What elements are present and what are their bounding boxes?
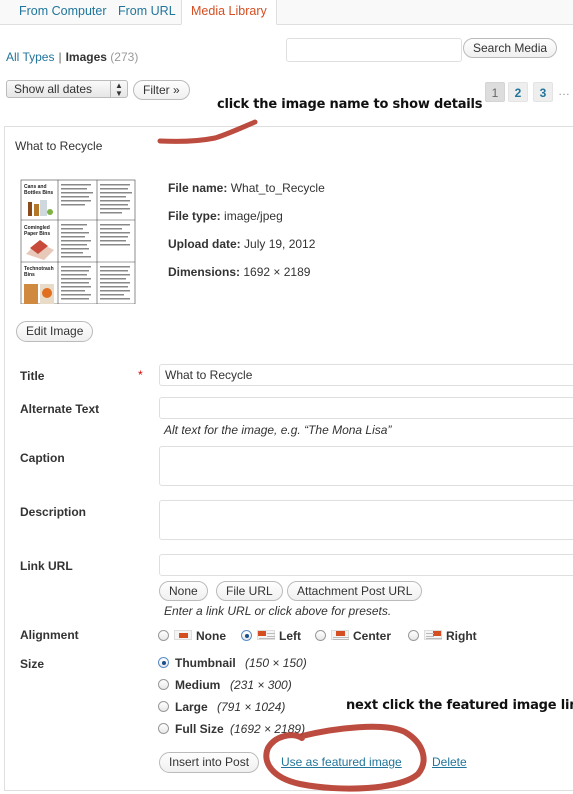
required-marker: *	[138, 368, 143, 382]
media-tabs: From Computer From URL Media Library	[0, 0, 573, 25]
caption-textarea[interactable]	[159, 446, 573, 486]
images-filter-current: Images	[65, 50, 107, 64]
alt-text-help: Alt text for the image, e.g. “The Mona L…	[164, 423, 392, 437]
link-url-input[interactable]	[159, 554, 573, 576]
file-name-value: What_to_Recycle	[230, 181, 325, 195]
images-count: (273)	[110, 50, 139, 64]
link-attachment-post-url-button[interactable]: Attachment Post URL	[287, 581, 423, 601]
size-thumbnail-dims: (150 × 150)	[245, 656, 307, 670]
title-label: Title	[20, 369, 45, 383]
link-none-button[interactable]: None	[159, 581, 208, 601]
size-medium-label[interactable]: Medium	[175, 678, 220, 692]
edit-image-button[interactable]: Edit Image	[16, 321, 94, 342]
size-full-dims: (1692 × 2189)	[230, 722, 306, 736]
size-thumbnail-label[interactable]: Thumbnail	[175, 656, 236, 670]
size-label: Size	[20, 657, 45, 671]
size-large-radio[interactable]	[158, 701, 169, 712]
search-media-input[interactable]	[286, 38, 462, 62]
page-2[interactable]: 2	[508, 82, 528, 102]
all-types-link[interactable]: All Types	[6, 50, 54, 64]
dimensions-row: Dimensions: 1692 × 2189	[168, 265, 310, 279]
page-1: 1	[485, 82, 505, 102]
size-medium-dims: (231 × 300)	[230, 678, 292, 692]
link-url-label: Link URL	[20, 559, 73, 573]
filter-button[interactable]: Filter »	[133, 80, 190, 100]
description-textarea[interactable]	[159, 500, 573, 540]
insert-into-post-button[interactable]: Insert into Post	[159, 752, 260, 773]
align-right-icon	[424, 630, 442, 640]
search-media-button[interactable]: Search Media	[463, 38, 558, 58]
align-left-icon	[257, 630, 275, 640]
align-center-icon	[331, 630, 349, 640]
file-type-value: image/jpeg	[224, 209, 283, 223]
size-full-label[interactable]: Full Size	[175, 722, 224, 736]
alignment-label: Alignment	[20, 628, 79, 642]
align-left-radio[interactable]	[241, 630, 252, 641]
size-medium-radio[interactable]	[158, 679, 169, 690]
pagination-ellipsis: …	[558, 84, 570, 98]
annotation-top: click the image name to show details	[217, 97, 483, 112]
align-center-radio[interactable]	[315, 630, 326, 641]
page-3[interactable]: 3	[533, 82, 553, 102]
align-left-label[interactable]: Left	[279, 629, 301, 643]
size-thumbnail-radio[interactable]	[158, 657, 169, 668]
align-none-radio[interactable]	[158, 630, 169, 641]
alt-text-label: Alternate Text	[20, 402, 100, 416]
align-right-label[interactable]: Right	[446, 629, 477, 643]
dimensions-label: Dimensions:	[168, 265, 241, 279]
image-thumbnail: Cans and Bottles Bins Comingled Paper Bi…	[18, 176, 138, 304]
file-type-row: File type: image/jpeg	[168, 209, 283, 223]
description-label: Description	[20, 505, 87, 519]
thumbnail-graphic: Cans and Bottles Bins Comingled Paper Bi…	[18, 176, 138, 304]
size-full-radio[interactable]	[158, 723, 169, 734]
upload-date-value: July 19, 2012	[244, 237, 316, 251]
align-none-icon	[174, 630, 192, 640]
annotation-bottom: next click the featured image link	[346, 698, 573, 713]
use-as-featured-image-link[interactable]: Use as featured image	[281, 755, 402, 769]
link-file-url-button[interactable]: File URL	[216, 581, 283, 601]
align-center-label[interactable]: Center	[353, 629, 391, 643]
media-item-title-link[interactable]: What to Recycle	[15, 139, 102, 153]
date-filter-select[interactable]: Show all dates ▲ ▼	[6, 80, 128, 98]
file-name-row: File name: What_to_Recycle	[168, 181, 325, 195]
tab-media-library[interactable]: Media Library	[181, 0, 277, 25]
svg-text:Bottles Bins: Bottles Bins	[24, 190, 53, 196]
dimensions-value: 1692 × 2189	[243, 265, 311, 279]
delete-link[interactable]: Delete	[432, 755, 467, 769]
type-filter: All Types | Images (273)	[6, 50, 138, 64]
select-arrows-icon: ▲ ▼	[110, 81, 127, 98]
link-url-help: Enter a link URL or click above for pres…	[164, 604, 392, 618]
align-right-radio[interactable]	[408, 630, 419, 641]
size-large-label[interactable]: Large	[175, 700, 208, 714]
date-select-value: Show all dates	[14, 82, 93, 96]
upload-date-row: Upload date: July 19, 2012	[168, 237, 315, 251]
tab-from-computer[interactable]: From Computer	[19, 0, 107, 24]
separator: |	[58, 50, 62, 64]
upload-date-label: Upload date:	[168, 237, 241, 251]
caption-label: Caption	[20, 451, 65, 465]
file-name-label: File name:	[168, 181, 228, 195]
file-type-label: File type:	[168, 209, 221, 223]
align-none-label[interactable]: None	[196, 629, 226, 643]
svg-text:Bins: Bins	[24, 272, 35, 278]
size-large-dims: (791 × 1024)	[217, 700, 286, 714]
tab-from-url[interactable]: From URL	[118, 0, 176, 24]
alt-text-input[interactable]	[159, 397, 573, 419]
svg-text:Paper Bins: Paper Bins	[24, 231, 50, 237]
title-input[interactable]: What to Recycle	[159, 364, 573, 386]
